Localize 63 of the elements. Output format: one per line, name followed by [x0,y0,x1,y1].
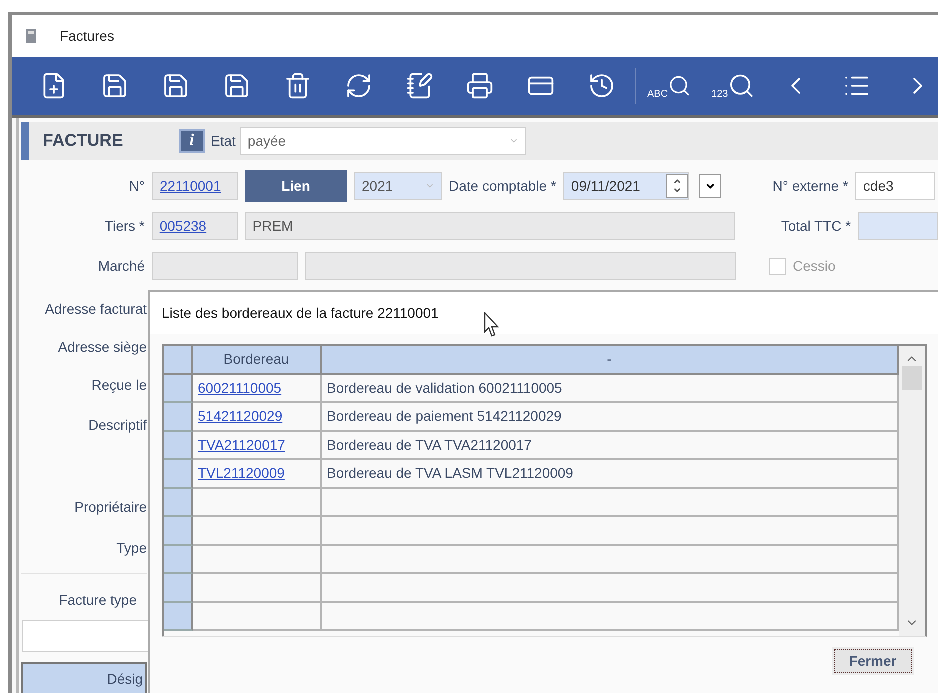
invoice-number-field[interactable]: 22110001 [152,172,238,200]
field-label: Marché [97,258,145,274]
printer-icon[interactable] [466,72,494,100]
field-label: Descriptif [88,416,147,435]
market-code-field[interactable] [152,252,298,280]
checkbox[interactable] [769,258,786,274]
field-label: Tiers * [104,218,145,234]
dropdown-button[interactable] [699,174,722,198]
slip-link[interactable]: TVA21120017 [198,436,286,453]
spinner-icon[interactable] [666,174,688,198]
status-select[interactable]: payée [240,127,526,155]
dialog-title: Liste des bordereaux de la facture 22110001 [150,292,938,334]
search-label[interactable]: ABC [648,89,668,100]
column-header: Désig [21,662,147,693]
slip-link[interactable]: 51421120029 [198,408,283,424]
save-icon[interactable] [101,72,130,100]
field-label: Total TTC * [780,218,852,234]
window-title: Factures [60,28,114,44]
field-label: N° [128,178,145,194]
table-cell: Bordereau de TVA TVA21120017 [322,432,899,460]
table-cell: Bordereau de paiement 51421120029 [322,403,899,432]
field-label: Adresse siège [57,338,147,357]
date-field[interactable]: 09/11/2021 [563,172,690,200]
third-party-link[interactable]: 005238 [160,218,207,234]
slip-link[interactable]: TVL21120009 [198,465,285,482]
field-label: Reçue le [90,376,147,395]
field-label: Propriétaire [74,498,147,517]
cursor-icon [484,312,502,338]
field-label: Date comptable * [449,178,556,194]
scrollbar[interactable] [899,346,925,636]
field-label: Etat [211,133,236,149]
external-number-field[interactable]: cde3 [855,172,936,200]
scroll-thumb[interactable] [902,366,922,390]
input-field[interactable] [22,620,149,652]
column-header: Bordereau [193,346,322,374]
field-label: Adresse facturat [44,300,147,319]
info-button[interactable]: i [179,129,205,153]
year-select[interactable]: 2021 [354,172,442,200]
third-party-code-field[interactable]: 005238 [152,212,238,240]
invoice-number-link[interactable]: 22110001 [160,178,222,194]
checkbox-label: Cessio [793,258,836,274]
link-button[interactable]: Lien [245,170,347,202]
slip-link[interactable]: 60021110005 [198,380,282,396]
table-cell: Bordereau de validation 60021110005 [322,374,899,403]
refresh-icon[interactable] [344,72,373,100]
third-party-name-field[interactable]: PREM [244,212,736,240]
notebook-icon[interactable] [406,72,434,100]
trash-icon[interactable] [284,72,312,100]
field-label: Facture type [58,591,138,610]
save-icon[interactable] [162,72,190,100]
column-header: - [322,346,899,374]
total-field[interactable] [858,212,938,240]
close-button[interactable]: Fermer [834,649,912,673]
market-name-field[interactable] [305,252,736,280]
search-label[interactable]: 123 [712,89,728,100]
table-cell: Bordereau de TVA LASM TVL21120009 [322,460,899,488]
field-label: Type [116,539,147,558]
app-icon [26,29,36,43]
field-label: N° externe * [772,178,848,194]
history-icon[interactable] [588,72,616,100]
search-icon[interactable] [728,72,756,100]
form-title: FACTURE [42,131,124,151]
save-icon[interactable] [223,72,251,100]
